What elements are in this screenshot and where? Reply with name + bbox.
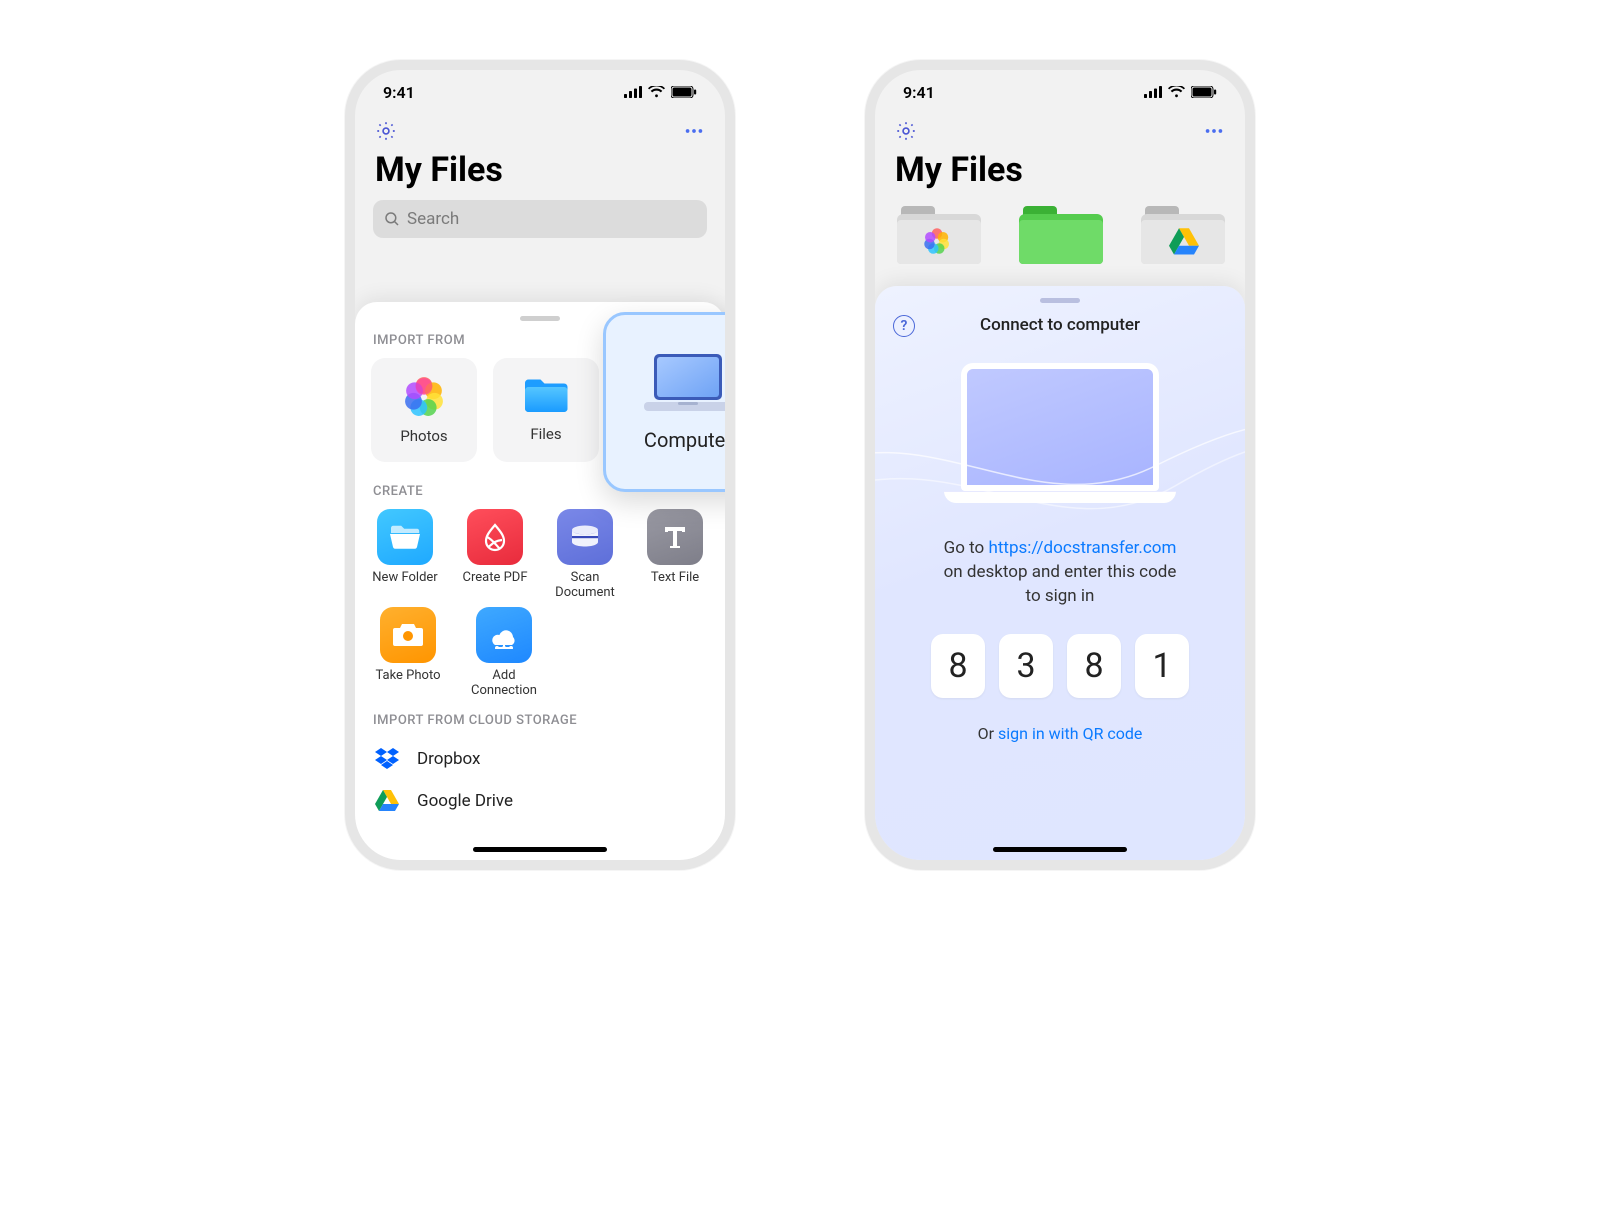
new-folder-label: New Folder (372, 571, 437, 586)
battery-icon (1191, 86, 1217, 98)
connect-instructions: Go to https://docstransfer.com on deskto… (893, 537, 1227, 608)
take-photo-label: Take Photo (375, 669, 440, 684)
code-digit-2: 3 (999, 634, 1053, 698)
create-text-file[interactable]: Text File (641, 509, 709, 601)
text-icon (661, 523, 689, 551)
folder-thumb-3[interactable] (1141, 200, 1223, 264)
cellular-icon (1144, 86, 1162, 98)
pdf-icon (480, 522, 510, 552)
camera-icon (392, 622, 424, 648)
folder-thumb-2[interactable] (1019, 200, 1101, 264)
nav-row (875, 114, 1245, 142)
folder-thumb-1[interactable] (897, 200, 979, 264)
google-drive-icon (375, 790, 399, 812)
cellular-icon (624, 86, 642, 98)
ellipsis-icon[interactable] (683, 120, 705, 142)
instruct-line2: on desktop and enter this code (944, 562, 1177, 582)
phone-right: 9:41 My Files (865, 60, 1255, 870)
dropbox-icon (375, 748, 399, 770)
transfer-url-link[interactable]: https://docstransfer.com (988, 538, 1176, 558)
instruct-line3: to sign in (1026, 586, 1095, 606)
sheet-grabber[interactable] (1040, 298, 1080, 303)
battery-icon (671, 86, 697, 98)
laptop-illustration (950, 363, 1170, 503)
search-placeholder: Search (407, 209, 459, 229)
gear-icon[interactable] (895, 120, 917, 142)
folder-row (875, 200, 1245, 264)
create-pdf[interactable]: Create PDF (461, 509, 529, 601)
phone-left: 9:41 My Files Search IMPORT FROM (345, 60, 735, 870)
code-digit-4: 1 (1135, 634, 1189, 698)
home-indicator[interactable] (993, 847, 1127, 852)
status-icons (624, 86, 697, 98)
status-bar: 9:41 (355, 70, 725, 114)
add-connection-label: Add Connection (467, 669, 541, 699)
status-time: 9:41 (903, 83, 935, 102)
photos-flower-icon (403, 375, 445, 417)
status-bar: 9:41 (875, 70, 1245, 114)
text-file-label: Text File (651, 571, 699, 586)
folder-icon (523, 377, 569, 415)
qr-signin-link[interactable]: sign in with QR code (998, 724, 1142, 743)
code-row: 8 3 8 1 (893, 634, 1227, 698)
cloud-connect-icon (487, 621, 521, 649)
ellipsis-icon[interactable] (1203, 120, 1225, 142)
import-photos-label: Photos (400, 427, 447, 445)
status-icons (1144, 86, 1217, 98)
status-time: 9:41 (383, 83, 415, 102)
import-computer-label: Computer (644, 428, 732, 452)
search-input[interactable]: Search (373, 200, 707, 238)
import-files-label: Files (530, 425, 561, 443)
laptop-icon (642, 352, 734, 414)
wifi-icon (648, 86, 665, 98)
scanner-icon (569, 524, 601, 550)
page-title: My Files (875, 142, 1245, 200)
import-photos[interactable]: Photos (371, 358, 477, 462)
cloud-storage-label: IMPORT FROM CLOUD STORAGE (373, 713, 707, 728)
google-drive-icon (1169, 228, 1199, 256)
help-icon[interactable]: ? (893, 315, 915, 337)
search-icon (383, 210, 401, 228)
page-title: My Files (355, 142, 725, 200)
or-text: Or (978, 724, 998, 743)
code-digit-1: 8 (931, 634, 985, 698)
alt-signin: Or sign in with QR code (893, 724, 1227, 743)
create-pdf-label: Create PDF (463, 571, 528, 586)
wifi-icon (1168, 86, 1185, 98)
gear-icon[interactable] (375, 120, 397, 142)
photos-flower-icon (919, 226, 955, 256)
import-computer-highlighted[interactable]: Computer (603, 312, 735, 492)
take-photo[interactable]: Take Photo (371, 607, 445, 699)
nav-row (355, 114, 725, 142)
create-new-folder[interactable]: New Folder (371, 509, 439, 601)
connect-title: Connect to computer (980, 315, 1140, 335)
home-indicator[interactable] (473, 847, 607, 852)
cloud-google-drive[interactable]: Google Drive (371, 780, 709, 822)
instruct-prefix: Go to (944, 538, 989, 558)
scan-document-label: Scan Document (551, 571, 619, 601)
code-digit-3: 8 (1067, 634, 1121, 698)
connect-sheet: ? Connect to computer Go to https://docs… (875, 286, 1245, 860)
sheet-grabber[interactable] (520, 316, 560, 321)
add-connection[interactable]: Add Connection (467, 607, 541, 699)
cloud-dropbox[interactable]: Dropbox (371, 738, 709, 780)
scan-document[interactable]: Scan Document (551, 509, 619, 601)
dropbox-label: Dropbox (417, 749, 481, 769)
gdrive-label: Google Drive (417, 791, 513, 811)
import-files[interactable]: Files (493, 358, 599, 462)
folder-open-icon (389, 524, 421, 550)
